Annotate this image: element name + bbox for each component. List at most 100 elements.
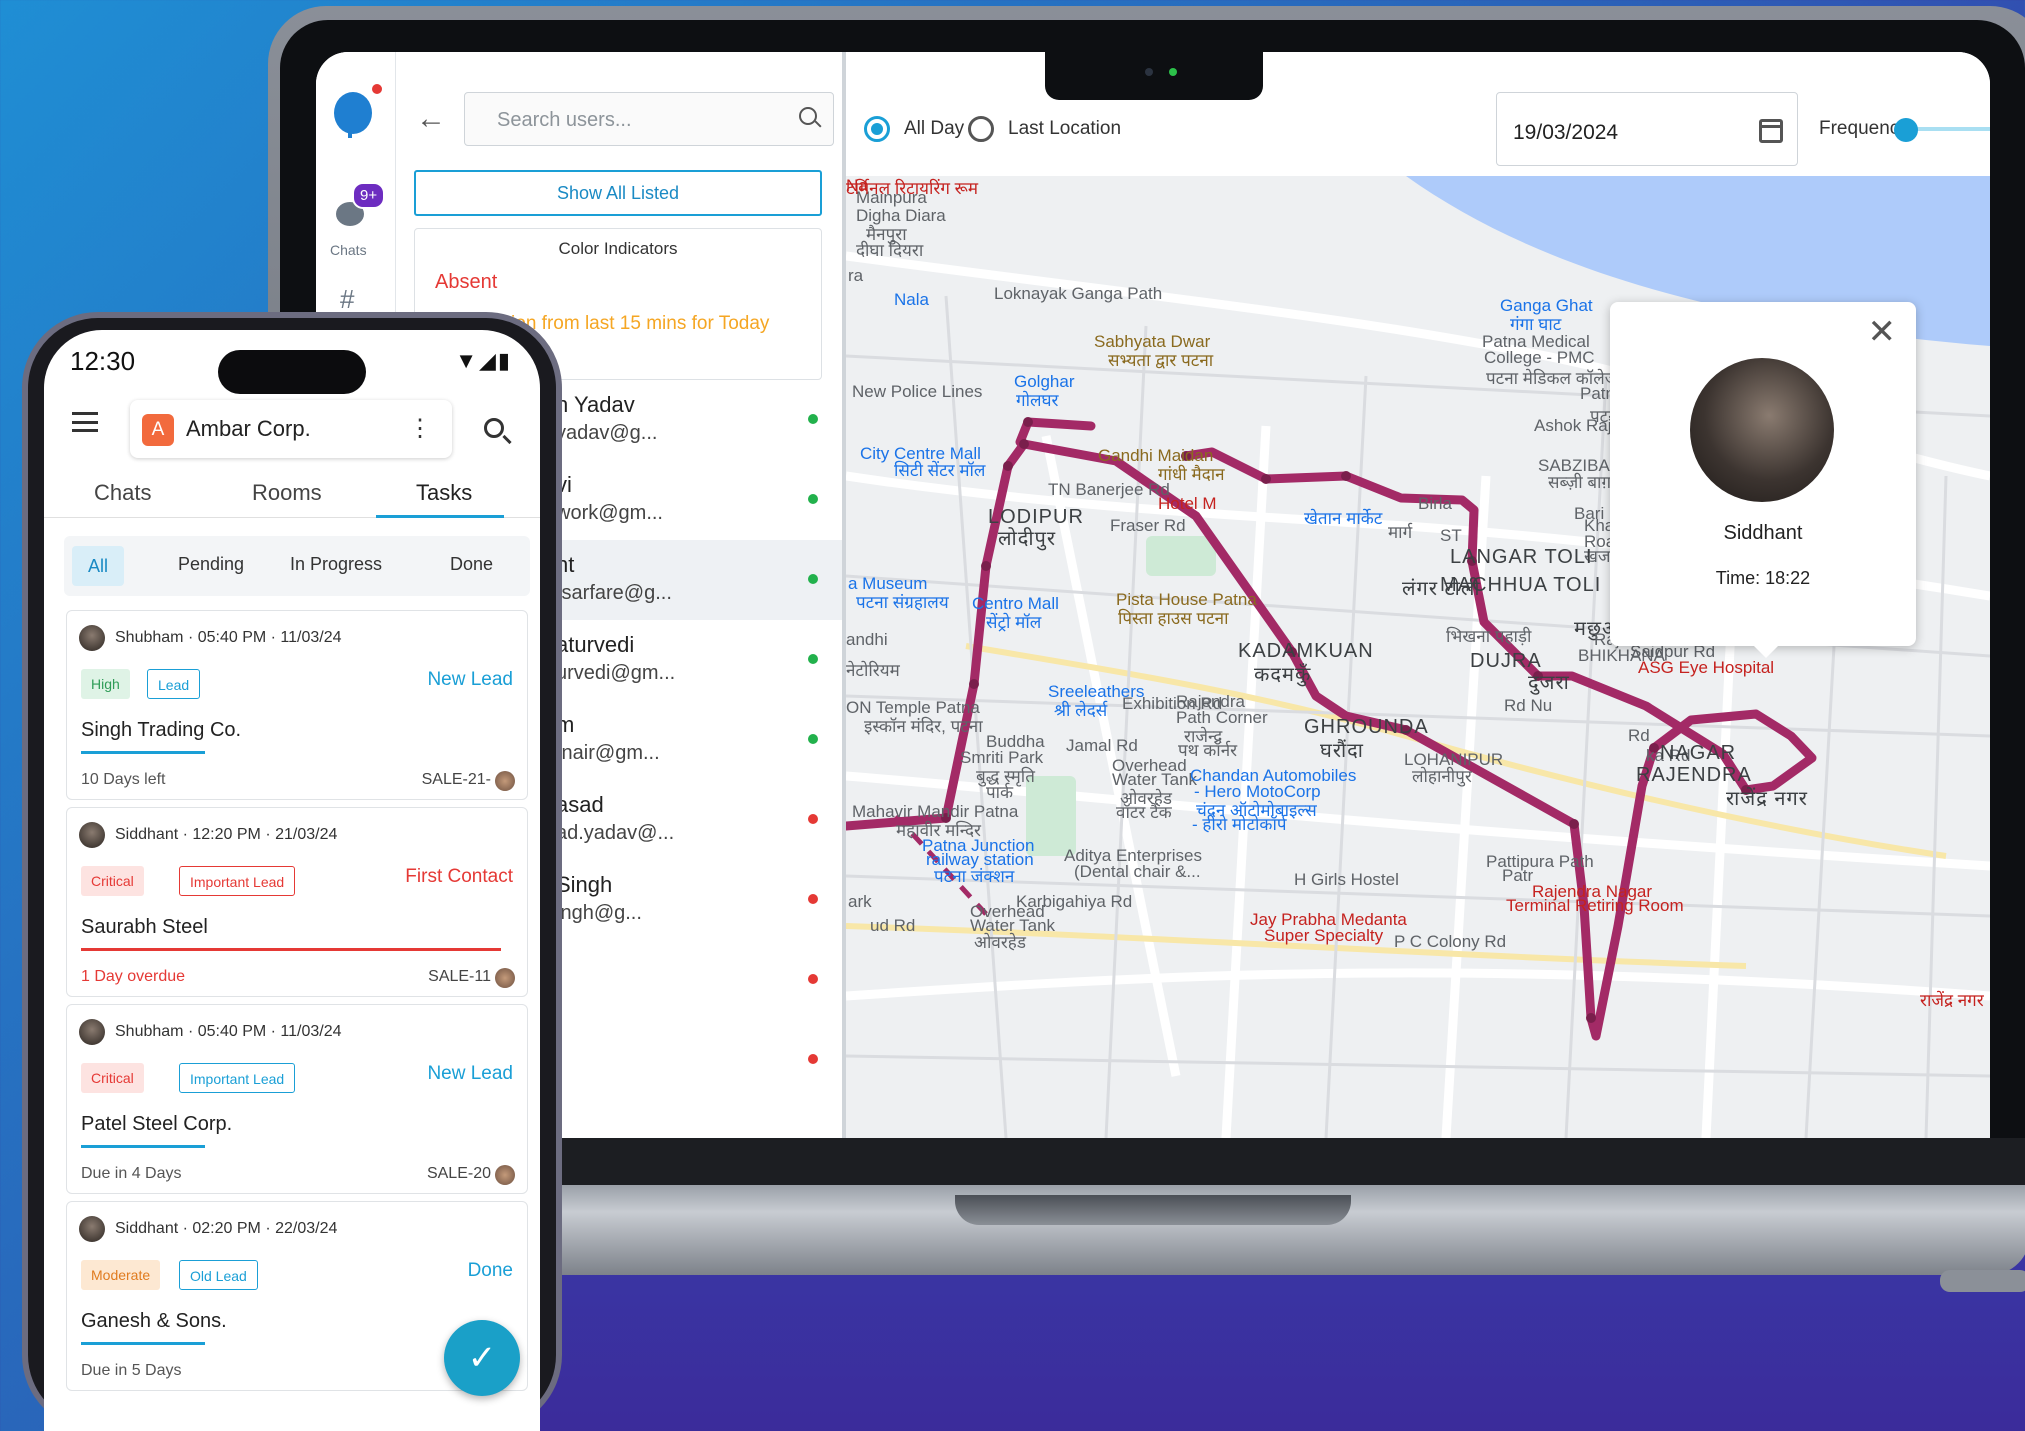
status-dot-icon <box>808 974 818 984</box>
close-icon[interactable]: ✕ <box>1868 312 1897 352</box>
map-label: लोहानीपुर <box>1412 767 1472 786</box>
map-label: लोदीपुर <box>998 528 1057 550</box>
task-tag: Critical <box>81 866 144 896</box>
user-email: .sarfare@g... <box>556 582 672 604</box>
tab-chats[interactable]: Chats <box>94 480 151 506</box>
map-label: वॉटर टैंक <box>1116 803 1172 822</box>
map-label: NAGAR <box>1660 742 1737 764</box>
map-label: Super Specialty <box>1264 926 1384 945</box>
task-progress-bar <box>81 948 501 951</box>
camera-lens-icon <box>1145 68 1153 76</box>
task-due: 10 Days left <box>81 771 166 788</box>
assignee-avatar <box>495 771 515 791</box>
status-dot-icon <box>808 814 818 824</box>
laptop-screen: 9+ Chats # ← Search users... Show All Li… <box>316 52 1990 1138</box>
avatar <box>1690 358 1834 502</box>
laptop-foot <box>1940 1270 2025 1292</box>
avatar <box>79 625 105 651</box>
calendar-icon[interactable] <box>1759 119 1783 143</box>
task-id: SALE-21- <box>421 771 491 788</box>
popup-user-name: Siddhant <box>1723 522 1803 544</box>
search-users-input[interactable]: Search users... <box>464 92 834 146</box>
avatar <box>79 1216 105 1242</box>
frequency-slider-handle[interactable] <box>1894 118 1918 142</box>
last-location-radio[interactable] <box>968 116 994 142</box>
task-title: Singh Trading Co. <box>81 719 242 741</box>
map-label: Birla <box>1418 494 1453 513</box>
map-label: खेतान मार्केट <box>1304 509 1383 528</box>
map-label: इस्कॉन मंदिर, पटना <box>864 717 983 736</box>
map-label: LANGAR TOLI <box>1450 546 1593 568</box>
tab-rooms[interactable]: Rooms <box>252 480 322 506</box>
app-logo-icon[interactable] <box>334 92 372 138</box>
back-arrow-icon[interactable]: ← <box>416 102 446 136</box>
org-name: Ambar Corp. <box>186 416 311 441</box>
task-tag: Important Lead <box>179 1063 296 1093</box>
laptop-hinge <box>955 1195 1351 1225</box>
avatar <box>79 1019 105 1045</box>
map-label: दुजरा <box>1528 672 1570 694</box>
map-label: TN Banerjee Rd <box>1048 480 1170 499</box>
map-label: दीघा दियरा <box>856 241 924 260</box>
search-icon[interactable] <box>484 418 504 438</box>
map-label: पार्क <box>986 783 1014 802</box>
task-card[interactable]: Shubham · 05:40 PM · 11/03/24 Critical Imp… <box>66 1004 528 1194</box>
map-label: New Police Lines <box>852 382 983 401</box>
map-label: Loknayak Ganga Path <box>994 284 1163 303</box>
user-name: Singh <box>556 872 613 897</box>
org-switcher[interactable]: A Ambar Corp. ⋮ <box>130 400 452 458</box>
user-email: ad.yadav@... <box>556 822 675 844</box>
avatar <box>79 822 105 848</box>
map-label: सभ्यता द्वार पटना <box>1108 351 1214 370</box>
filter-in-progress[interactable]: In Progress <box>290 554 382 575</box>
search-icon[interactable] <box>799 107 817 125</box>
task-status: Done <box>467 1260 513 1281</box>
map-label: Na <box>846 176 868 195</box>
task-filters: All Pending In Progress Done <box>64 536 530 596</box>
task-title: Saurabh Steel <box>81 916 208 938</box>
map-label: Patr <box>1502 866 1534 885</box>
map-toolbar: All Day Last Location 19/03/2024 Frequen… <box>846 52 1990 176</box>
status-dot-icon <box>808 734 818 744</box>
last-location-label[interactable]: Last Location <box>1008 118 1121 140</box>
task-progress-bar <box>81 1145 205 1148</box>
filter-all[interactable]: All <box>72 546 124 586</box>
task-progress-bar <box>81 751 205 754</box>
popup-time: Time: 18:22 <box>1715 568 1811 588</box>
task-id: SALE-20 <box>426 1165 491 1182</box>
more-options-icon[interactable]: ⋮ <box>408 414 432 443</box>
map-label: MACHHUA TOLI <box>1440 574 1602 596</box>
status-dot-icon <box>808 894 818 904</box>
task-title: Ganesh & Sons. <box>81 1310 227 1332</box>
task-card[interactable]: Siddhant · 12:20 PM · 21/03/24 Critical Im… <box>66 807 528 997</box>
new-task-button[interactable]: ✓ <box>444 1320 520 1396</box>
color-indicators-title: Color Indicators <box>558 239 678 258</box>
all-day-radio[interactable] <box>864 116 890 142</box>
all-day-label[interactable]: All Day <box>904 118 964 140</box>
filter-pending[interactable]: Pending <box>178 554 244 575</box>
map-label: Nala <box>894 290 929 309</box>
show-all-listed-button[interactable]: Show All Listed <box>414 170 822 216</box>
user-email: urvedi@gm... <box>556 662 676 684</box>
map-label: ra <box>848 266 864 285</box>
status-dot-icon <box>808 494 818 504</box>
menu-icon[interactable] <box>72 412 98 432</box>
map-label: H Girls Hostel <box>1294 870 1399 889</box>
map-label: सब्ज़ी बाग़ <box>1548 473 1612 492</box>
task-due: Due in 5 Days <box>81 1362 182 1379</box>
map-label: पथ कॉर्नर <box>1178 741 1238 760</box>
status-dot-icon <box>808 574 818 584</box>
task-status: New Lead <box>427 669 513 690</box>
filter-done[interactable]: Done <box>450 554 493 575</box>
date-field[interactable]: 19/03/2024 <box>1496 92 1798 166</box>
user-email: ingh@g... <box>556 902 642 924</box>
map-label: मार्ग <box>1388 523 1413 542</box>
task-card[interactable]: Shubham · 05:40 PM · 11/03/24 High Lead New… <box>66 610 528 800</box>
dynamic-island <box>218 350 366 394</box>
tab-tasks[interactable]: Tasks <box>416 480 472 506</box>
org-avatar: A <box>142 414 174 446</box>
chats-label[interactable]: Chats <box>330 242 367 258</box>
map-label: कदमकुँ <box>1254 664 1312 686</box>
channels-hash-icon[interactable]: # <box>340 284 354 315</box>
map-label: Fraser Rd <box>1110 516 1186 535</box>
